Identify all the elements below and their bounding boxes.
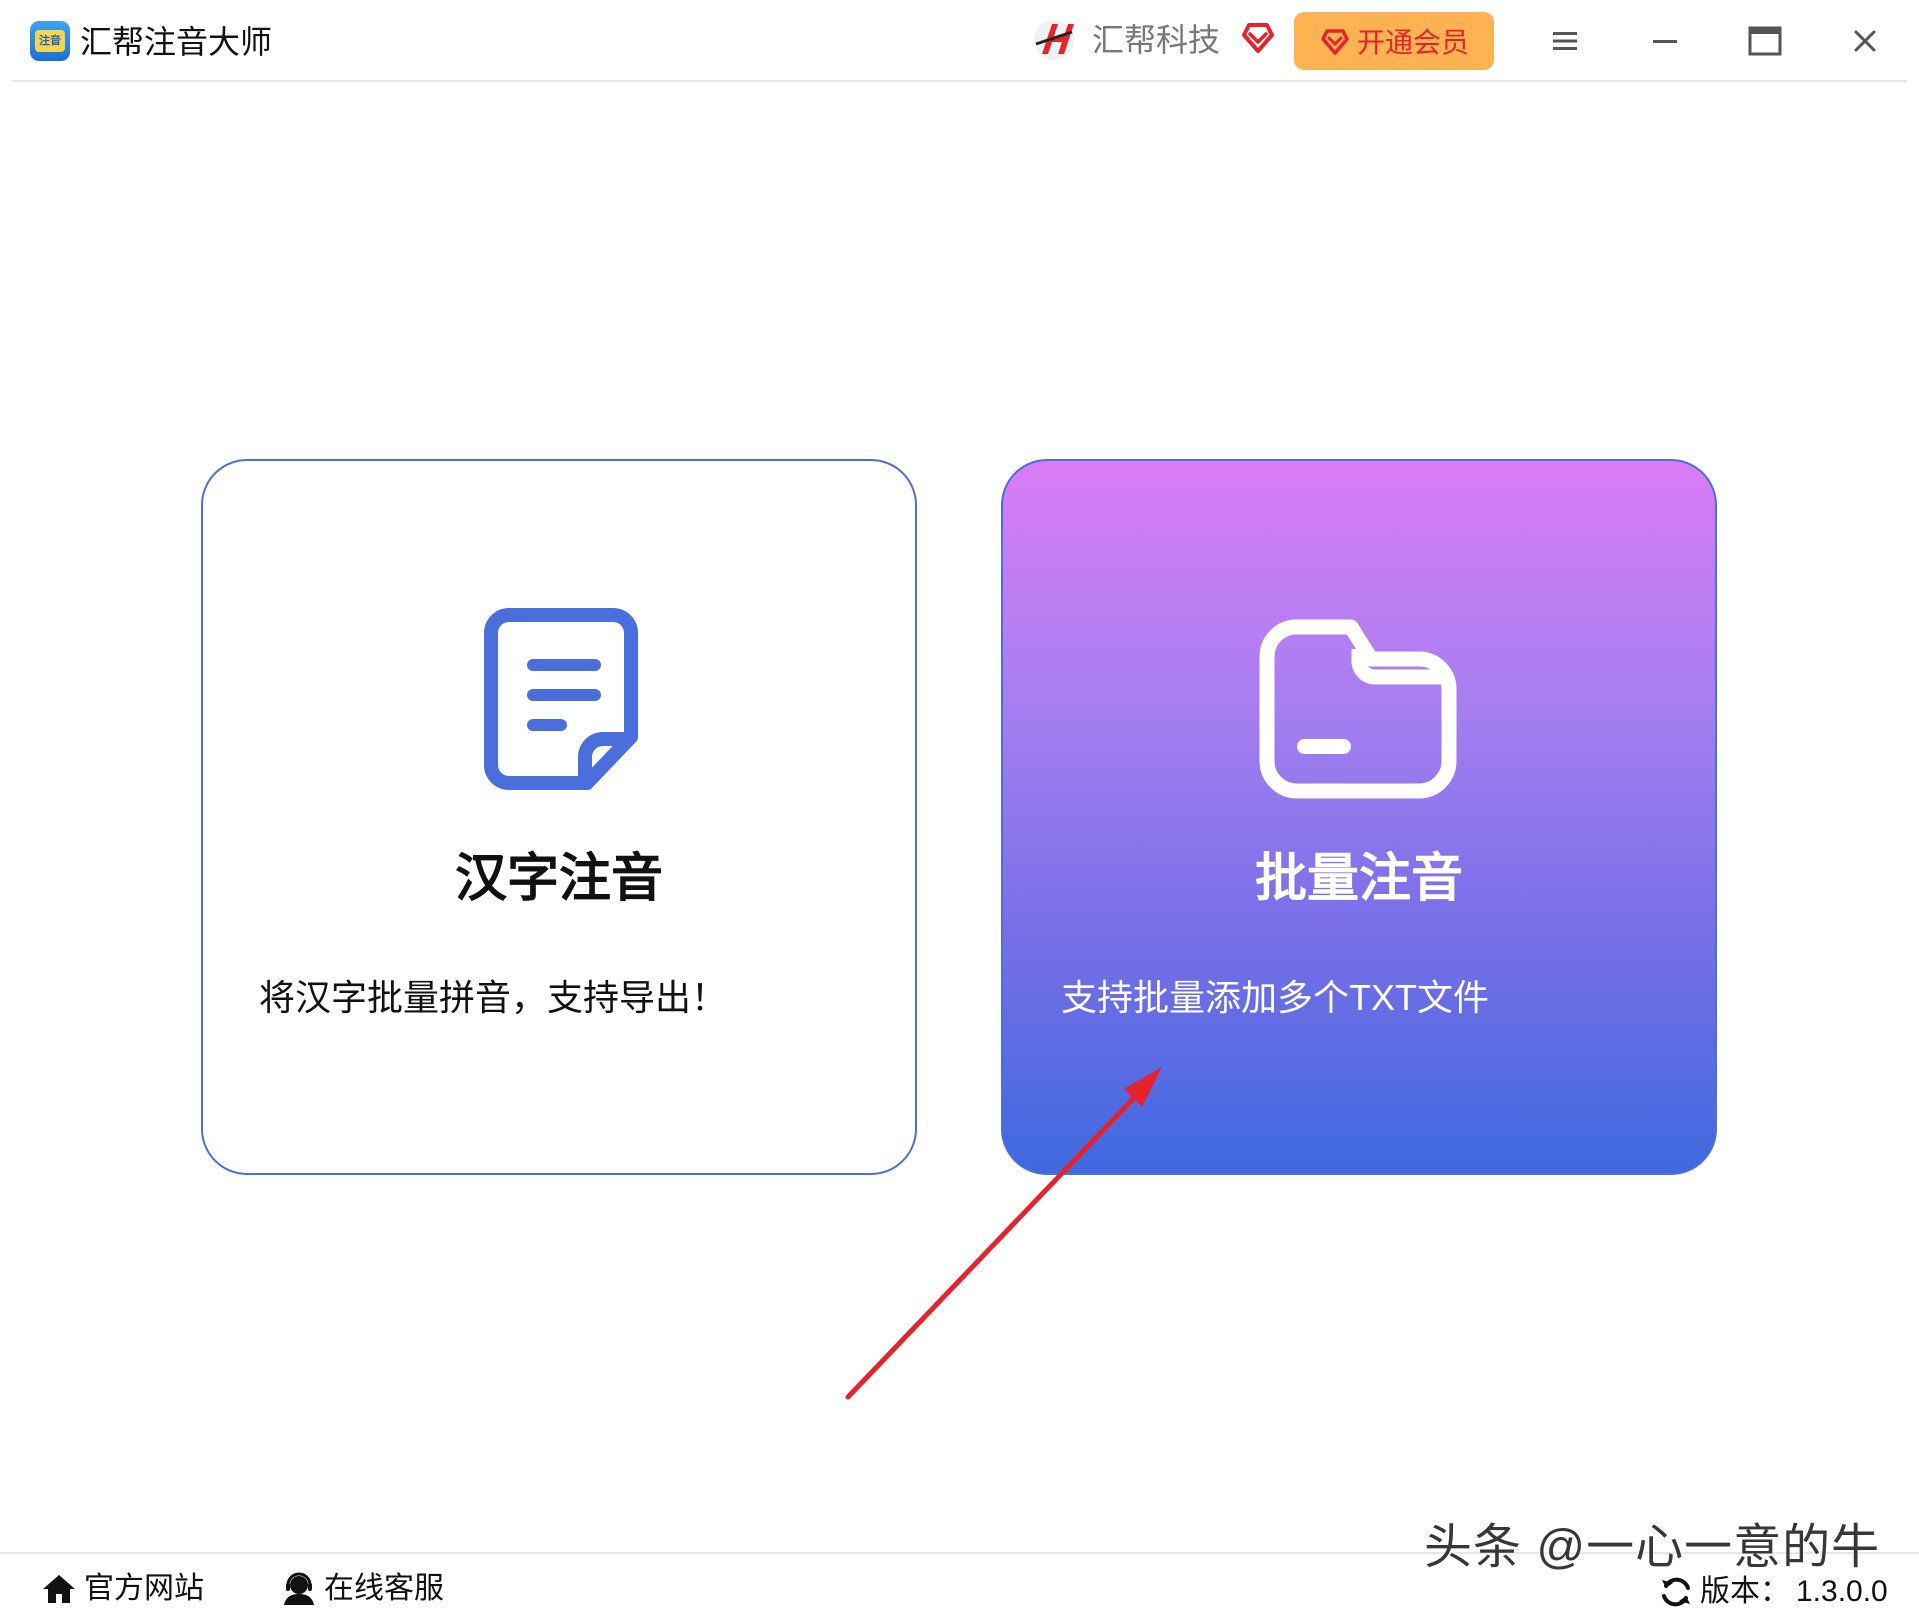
maximize-icon xyxy=(1748,26,1782,56)
app-title: 汇帮注音大师 xyxy=(80,24,273,60)
folder-icon xyxy=(1259,619,1457,799)
refresh-icon xyxy=(1662,1577,1690,1607)
app-logo-text: 注音 xyxy=(35,30,65,52)
batch-pinyin-card[interactable]: 批量注音 支持批量添加多个TXT文件 xyxy=(1001,459,1717,1175)
version-label: 版本： xyxy=(1700,1575,1790,1608)
menu-icon xyxy=(1553,32,1577,50)
app-window: 注音 汇帮注音大师 汇帮科技 开通会员 汉字注音 将汉字批量拼音，支持导出！ 批… xyxy=(0,0,1919,1619)
app-logo-icon: 注音 xyxy=(30,21,70,61)
vip-diamond-icon xyxy=(1321,29,1349,55)
card-title: 批量注音 xyxy=(1254,850,1463,908)
maximize-button[interactable] xyxy=(1742,18,1788,64)
official-website-link[interactable]: 官方网站 xyxy=(40,1570,204,1608)
website-label: 官方网站 xyxy=(84,1572,204,1605)
vip-label: 开通会员 xyxy=(1356,27,1469,58)
card-description: 将汉字批量拼音，支持导出！ xyxy=(259,977,728,1018)
vip-button[interactable]: 开通会员 xyxy=(1294,12,1494,70)
menu-button[interactable] xyxy=(1542,18,1588,64)
online-support-link[interactable]: 在线客服 xyxy=(280,1570,444,1608)
watermark-text: 头条 @一心一意的牛 xyxy=(1424,1521,1881,1574)
version-value: 1.3.0.0 xyxy=(1796,1575,1888,1608)
close-button[interactable] xyxy=(1842,18,1888,64)
title-bar: 注音 汇帮注音大师 汇帮科技 开通会员 xyxy=(12,0,1907,82)
brand-name: 汇帮科技 xyxy=(1092,22,1221,58)
minimize-button[interactable] xyxy=(1642,18,1688,64)
card-title: 汉字注音 xyxy=(454,850,663,908)
close-icon xyxy=(1854,30,1876,52)
diamond-heart-icon xyxy=(1242,23,1274,53)
support-label: 在线客服 xyxy=(324,1572,444,1605)
document-icon xyxy=(484,608,638,790)
hanzi-pinyin-card[interactable]: 汉字注音 将汉字批量拼音，支持导出！ xyxy=(201,459,917,1175)
brand-logo-icon xyxy=(1034,20,1074,60)
version-info[interactable]: 版本： 1.3.0.0 xyxy=(1658,1574,1888,1610)
card-description: 支持批量添加多个TXT文件 xyxy=(1061,977,1489,1018)
customer-service-icon xyxy=(284,1572,314,1605)
home-icon xyxy=(43,1575,75,1603)
minimize-icon xyxy=(1653,40,1677,43)
